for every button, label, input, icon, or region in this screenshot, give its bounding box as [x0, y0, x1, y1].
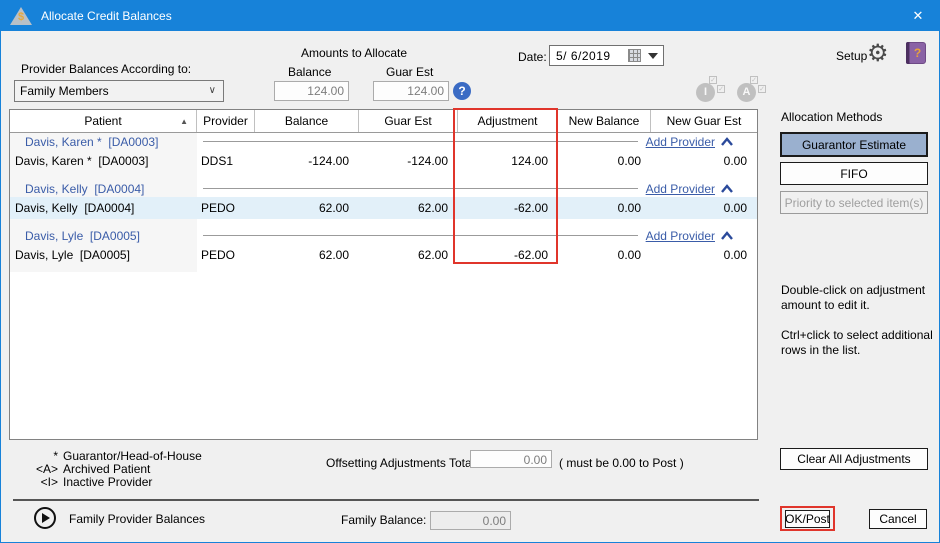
guarantor-estimate-button[interactable]: Guarantor Estimate	[780, 132, 928, 157]
amounts-to-allocate-label: Amounts to Allocate	[301, 46, 407, 60]
credit-balances-grid: Patient ▲ Provider Balance Guar Est Adju…	[9, 109, 758, 440]
fifo-button[interactable]: FIFO	[780, 162, 928, 185]
patient-group-name: Davis, Lyle [DA0005]	[10, 227, 197, 244]
archived-patient-filter-icon[interactable]: ✓ ✓ A	[737, 76, 767, 102]
grid-header-row: Patient ▲ Provider Balance Guar Est Adju…	[10, 110, 757, 133]
help-book-icon[interactable]: ?	[906, 42, 926, 64]
guar-est-cell: 62.00	[359, 197, 458, 219]
date-field[interactable]: 5/ 6/2019	[549, 45, 664, 66]
doubleclick-help-text: Double-click on adjustment amount to edi…	[781, 283, 933, 313]
table-row[interactable]: Davis, Kelly [DA0004] PEDO 62.00 62.00 -…	[10, 197, 757, 219]
provider-balances-label: Provider Balances According to:	[21, 62, 191, 76]
patient-group-row: Davis, Karen * [DA0003] Add Provider	[10, 133, 757, 150]
table-row[interactable]: Davis, Karen * [DA0003] DDS1 -124.00 -12…	[10, 150, 757, 172]
group-spacer	[10, 219, 757, 227]
family-balance-field: 0.00	[430, 511, 511, 530]
date-label: Date:	[518, 50, 547, 64]
balance-label: Balance	[288, 65, 331, 79]
balance-cell: 62.00	[255, 197, 359, 219]
offsetting-total-field: 0.00	[470, 450, 552, 468]
group-spacer	[10, 266, 757, 274]
table-row[interactable]: Davis, Lyle [DA0005] PEDO 62.00 62.00 -6…	[10, 244, 757, 266]
new-balance-cell: 0.00	[558, 244, 651, 266]
provider-balances-value: Family Members	[20, 84, 109, 98]
add-provider-link[interactable]: Add Provider	[646, 182, 715, 196]
adjustment-cell[interactable]: 124.00	[458, 150, 558, 172]
column-header-adjustment[interactable]: Adjustment	[458, 110, 558, 132]
setup-label: Setup	[836, 49, 867, 63]
legend-inactive: Inactive Provider	[63, 476, 152, 489]
patient-group-name: Davis, Karen * [DA0003]	[10, 133, 197, 150]
guar-est-cell: -124.00	[359, 150, 458, 172]
patient-group-name: Davis, Kelly [DA0004]	[10, 180, 197, 197]
gear-icon[interactable]: ⚙	[867, 39, 889, 68]
patient-cell: Davis, Kelly [DA0004]	[10, 197, 197, 219]
provider-cell: PEDO	[197, 197, 255, 219]
new-guar-est-cell: 0.00	[651, 197, 757, 219]
provider-cell: DDS1	[197, 150, 255, 172]
column-header-provider[interactable]: Provider	[197, 110, 255, 132]
family-provider-balances-label: Family Provider Balances	[69, 512, 205, 526]
title-bar: $ Allocate Credit Balances ✕	[1, 1, 939, 31]
priority-selected-button: Priority to selected item(s)	[780, 191, 928, 214]
dollar-shield-icon: $	[10, 7, 32, 25]
group-spacer	[10, 172, 757, 180]
help-icon[interactable]: ?	[453, 82, 471, 100]
collapse-chevron-icon[interactable]	[721, 137, 733, 147]
collapse-chevron-icon[interactable]	[721, 231, 733, 241]
allocate-credit-balances-dialog: $ Allocate Credit Balances ✕ Provider Ba…	[0, 0, 940, 543]
ctrlclick-help-text: Ctrl+click to select additional rows in …	[781, 328, 933, 358]
guar-est-cell: 62.00	[359, 244, 458, 266]
date-value: 5/ 6/2019	[556, 49, 611, 63]
column-header-new-balance[interactable]: New Balance	[558, 110, 651, 132]
column-header-balance[interactable]: Balance	[255, 110, 359, 132]
legend: *Guarantor/Head-of-House <A>Archived Pat…	[19, 450, 202, 489]
column-header-guar-est[interactable]: Guar Est	[359, 110, 458, 132]
adjustment-cell[interactable]: -62.00	[458, 244, 558, 266]
provider-cell: PEDO	[197, 244, 255, 266]
add-provider-link[interactable]: Add Provider	[646, 135, 715, 149]
calendar-icon[interactable]	[628, 49, 641, 62]
sort-asc-icon: ▲	[180, 117, 188, 126]
guar-est-label: Guar Est	[386, 65, 433, 79]
add-provider-link[interactable]: Add Provider	[646, 229, 715, 243]
ok-post-button[interactable]: OK/Post	[785, 510, 830, 528]
dropdown-arrow-icon[interactable]	[648, 53, 658, 59]
patient-group-row: Davis, Lyle [DA0005] Add Provider	[10, 227, 757, 244]
close-icon[interactable]: ✕	[897, 1, 939, 31]
provider-balances-combobox[interactable]: Family Members ∨	[14, 80, 224, 102]
patient-cell: Davis, Karen * [DA0003]	[10, 150, 197, 172]
new-guar-est-cell: 0.00	[651, 150, 757, 172]
balance-amount-field: 124.00	[274, 81, 349, 101]
guar-est-amount-field: 124.00	[373, 81, 449, 101]
balance-cell: 62.00	[255, 244, 359, 266]
window-title: Allocate Credit Balances	[41, 9, 172, 23]
allocation-methods-label: Allocation Methods	[781, 110, 882, 124]
cancel-button[interactable]: Cancel	[869, 509, 927, 529]
patient-cell: Davis, Lyle [DA0005]	[10, 244, 197, 266]
column-header-new-guar-est[interactable]: New Guar Est	[651, 110, 757, 132]
offsetting-total-note: ( must be 0.00 to Post )	[559, 456, 684, 470]
column-header-patient[interactable]: Patient ▲	[10, 110, 197, 132]
patient-group-row: Davis, Kelly [DA0004] Add Provider	[10, 180, 757, 197]
collapse-chevron-icon[interactable]	[721, 184, 733, 194]
balance-cell: -124.00	[255, 150, 359, 172]
new-guar-est-cell: 0.00	[651, 244, 757, 266]
offsetting-total-label: Offsetting Adjustments Total:	[326, 456, 478, 470]
play-icon[interactable]	[34, 507, 56, 529]
new-balance-cell: 0.00	[558, 150, 651, 172]
new-balance-cell: 0.00	[558, 197, 651, 219]
divider	[13, 499, 759, 501]
inactive-provider-filter-icon[interactable]: ✓ ✓ I	[696, 76, 726, 102]
chevron-down-icon: ∨	[209, 85, 216, 96]
adjustment-cell[interactable]: -62.00	[458, 197, 558, 219]
clear-all-adjustments-button[interactable]: Clear All Adjustments	[780, 448, 928, 470]
family-balance-label: Family Balance:	[341, 513, 426, 527]
